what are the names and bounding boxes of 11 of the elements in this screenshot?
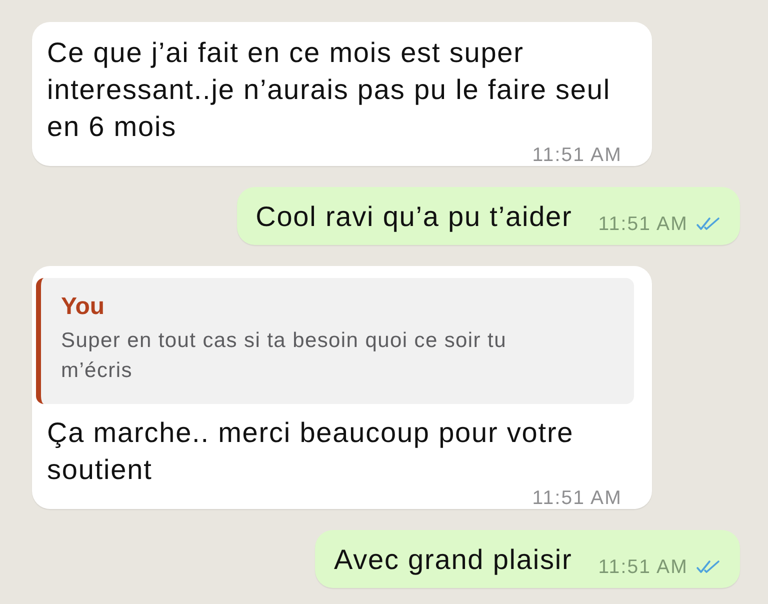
message-text: Ce que j’ai fait en ce mois est super interessant..je n’aurais pas pu le faire seul en 6 mois — [47, 36, 612, 144]
message-text: Ça marche.. merci beaucoup pour votre soutient — [47, 416, 575, 487]
message-text: Cool ravi qu’a pu t’aider — [256, 200, 572, 234]
quoted-text: Super en tout cas si ta besoin quoi ce soir tu m’écris — [61, 328, 508, 384]
message-time: 11:51 AM — [598, 214, 688, 234]
message-time: 11:51 AM — [532, 145, 622, 165]
quoted-message[interactable]: You Super en tout cas si ta besoin quoi ce soir tu m’écris — [36, 278, 634, 404]
message-text: Avec grand plaisir — [334, 543, 572, 577]
message-time: 11:51 AM — [598, 557, 688, 577]
message-time: 11:51 AM — [532, 488, 622, 508]
quoted-author: You — [61, 292, 106, 322]
